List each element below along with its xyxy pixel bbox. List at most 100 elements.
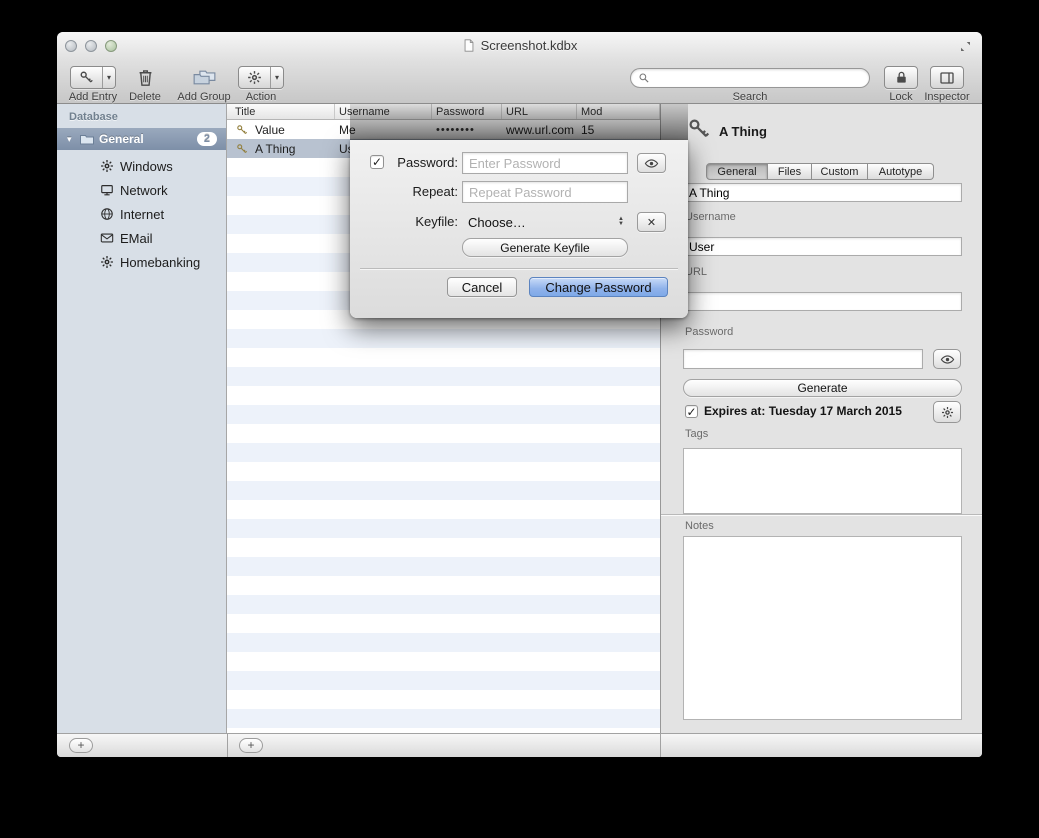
sidebar-add-group-button[interactable]: + [69,738,93,753]
tags-input[interactable] [683,448,962,514]
username-field[interactable] [683,237,962,256]
add-group-label: Add Group [173,91,235,103]
add-group-button[interactable]: Add Group [173,65,235,103]
chevron-down-icon: ▾ [102,67,115,88]
change-password-sheet: ✓ Password: Repeat: Keyfile: Choose… ▲▼ … [350,140,688,318]
column-header-password[interactable]: Password [432,104,502,119]
add-entry-button[interactable]: ▾ Add Entry [67,65,119,103]
sidebar-item-email[interactable]: EMail [57,226,226,250]
clear-keyfile-button[interactable]: ✕ [637,212,666,232]
eye-icon [644,156,659,171]
sidebar-items: Windows Network Internet EMail Homebanki… [57,154,226,274]
generate-keyfile-button[interactable]: Generate Keyfile [462,238,628,257]
lock-label: Lock [881,91,921,103]
notes-label: Notes [685,520,714,532]
divider [660,734,661,757]
action-button[interactable]: ▾ Action [238,65,284,103]
gear-icon [941,406,954,419]
inspector-button[interactable]: Inspector [919,65,975,103]
inspector-panel: A Thing General Files Custom Autotype Us… [660,104,982,733]
expires-gear-button[interactable] [933,401,961,423]
sidebar-item-network[interactable]: Network [57,178,226,202]
repeat-password-input[interactable] [462,181,628,203]
title-field[interactable] [683,183,962,202]
cancel-button[interactable]: Cancel [447,277,517,297]
monitor-icon [100,183,114,197]
password-input[interactable] [462,152,628,174]
url-label: URL [685,266,707,278]
url-field[interactable] [683,292,962,311]
lock-button[interactable]: Lock [881,65,921,103]
entry-list-add-button[interactable]: + [239,738,263,753]
sidebar-item-windows[interactable]: Windows [57,154,226,178]
password-field[interactable] [683,349,923,369]
search-label: Search [630,91,870,103]
sidebar-group-general[interactable]: ▾ General 2 [57,128,226,150]
sidebar-item-label: Homebanking [120,255,200,270]
folder-icon [79,131,95,147]
sidebar-item-label: Windows [120,159,173,174]
sidebar-item-label: Network [120,183,168,198]
inspector-label: Inspector [919,91,975,103]
key-icon [79,70,94,85]
tab-custom[interactable]: Custom [812,163,868,180]
entry-title-cell: Value [255,123,285,137]
entry-modified-cell: 15 [577,123,660,137]
entry-password-cell: •••••••• [432,124,502,136]
repeat-label: Repeat: [350,184,458,199]
disclosure-triangle-icon[interactable]: ▾ [67,134,79,145]
eye-icon [940,352,955,367]
app-window: Screenshot.kdbx ▾ Add Entry Delete Add G… [57,32,982,757]
username-label: Username [685,211,736,223]
entry-list-header: Title Username Password URL Mod [227,104,660,120]
fullscreen-icon[interactable] [959,40,972,53]
keyfile-value: Choose… [468,215,526,230]
window-chrome: Screenshot.kdbx ▾ Add Entry Delete Add G… [57,32,982,104]
generate-password-button[interactable]: Generate [683,379,962,397]
footer-bar: + + [57,733,982,757]
entry-title: A Thing [719,124,767,139]
column-header-modified[interactable]: Mod [577,104,660,119]
tab-general[interactable]: General [706,163,768,180]
change-password-button[interactable]: Change Password [529,277,668,297]
sidebar: Database ▾ General 2 Windows Network Int… [57,104,227,733]
delete-button[interactable]: Delete [121,65,169,103]
sidebar-item-internet[interactable]: Internet [57,202,226,226]
check-icon: ✓ [686,406,696,418]
globe-icon [100,207,114,221]
tab-files[interactable]: Files [768,163,812,180]
entry-title-cell: A Thing [255,142,295,156]
column-header-title[interactable]: Title [227,104,335,119]
sidebar-item-label: EMail [120,231,153,246]
delete-label: Delete [121,91,169,103]
entry-url-cell: www.url.com [502,123,577,137]
divider [227,734,228,757]
tab-autotype[interactable]: Autotype [868,163,934,180]
entry-username-cell: Me [335,123,432,137]
group-label: General [99,132,197,146]
inspector-reveal-password-button[interactable] [933,349,961,369]
group-badge: 2 [197,132,217,146]
key-icon [236,143,248,155]
expires-checkbox[interactable]: ✓ [685,405,698,418]
key-icon [236,124,248,136]
sheet-reveal-password-button[interactable] [637,153,666,173]
search-field: Search [630,65,870,103]
sidebar-item-homebanking[interactable]: Homebanking [57,250,226,274]
tags-label: Tags [685,428,708,440]
column-header-url[interactable]: URL [502,104,577,119]
chevron-down-icon: ▾ [270,67,283,88]
column-header-username[interactable]: Username [335,104,432,119]
separator [360,268,678,269]
window-title: Screenshot.kdbx [481,38,578,53]
inspector-tabs: General Files Custom Autotype [706,163,934,180]
keyfile-popup[interactable]: Choose… ▲▼ [462,211,628,233]
key-icon [687,117,711,141]
expires-label: Expires at: Tuesday 17 March 2015 [704,404,902,418]
sheet-password-label: Password: [350,155,458,170]
entry-row-value[interactable]: Value Me •••••••• www.url.com 15 [227,120,660,139]
envelope-icon [100,231,114,245]
gear-icon [100,159,114,173]
search-input[interactable] [654,71,869,85]
notes-input[interactable] [683,536,962,720]
